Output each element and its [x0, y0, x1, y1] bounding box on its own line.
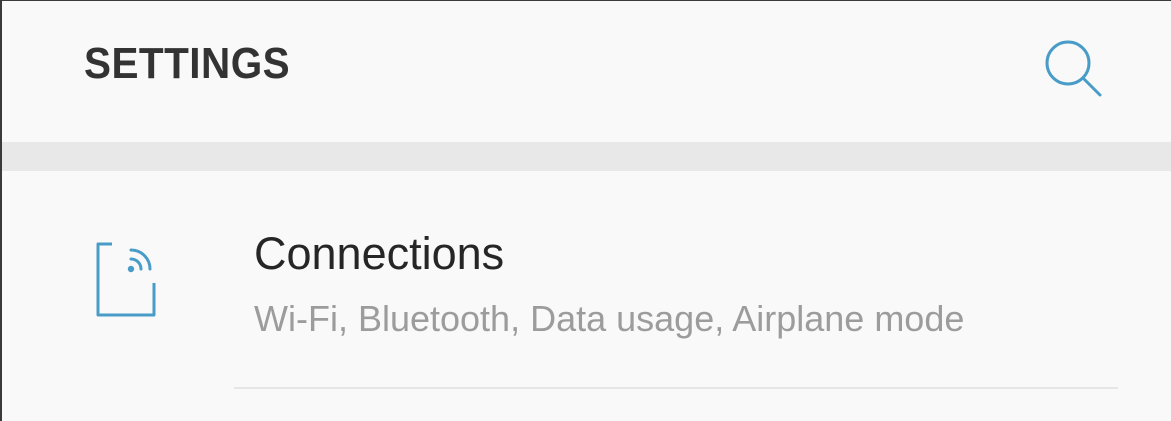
row-divider — [234, 387, 1118, 389]
search-icon — [1045, 40, 1102, 97]
page-title: SETTINGS — [84, 39, 291, 88]
connections-icon — [94, 241, 160, 321]
app-bar: SETTINGS — [2, 1, 1171, 141]
settings-item-connections[interactable]: Connections Wi-Fi, Bluetooth, Data usage… — [2, 171, 1171, 389]
settings-item-title: Connections — [254, 228, 505, 279]
settings-screen: SETTINGS Connections Wi-Fi, Bluetooth, D… — [0, 0, 1171, 421]
section-divider — [2, 142, 1171, 171]
settings-item-subtitle: Wi-Fi, Bluetooth, Data usage, Airplane m… — [254, 298, 965, 339]
settings-list: Connections Wi-Fi, Bluetooth, Data usage… — [2, 171, 1171, 421]
search-button[interactable] — [1038, 35, 1108, 99]
